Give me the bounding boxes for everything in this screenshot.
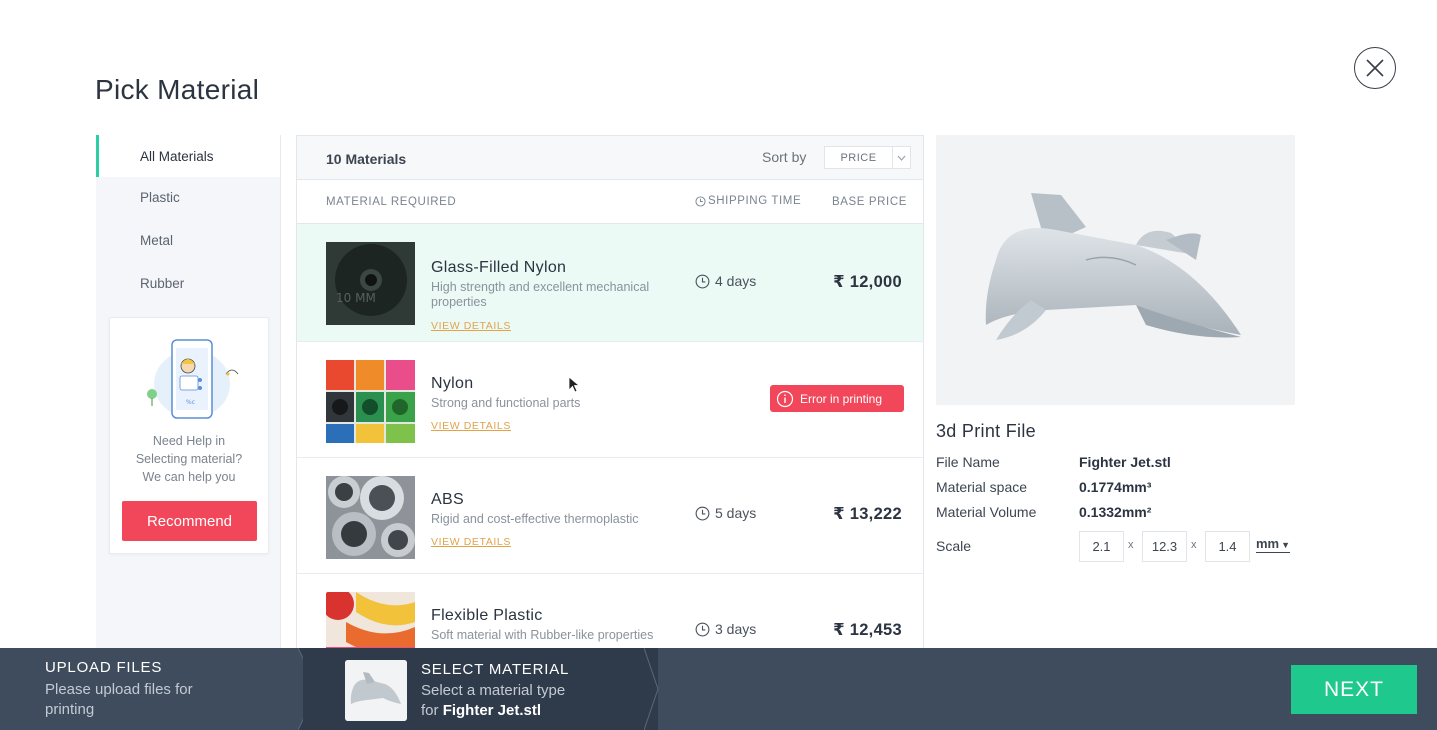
column-material: MATERIAL REQUIRED	[326, 196, 457, 208]
close-icon	[1366, 59, 1384, 77]
scale-x-input[interactable]: 2.1	[1079, 531, 1124, 562]
material-row-abs[interactable]: ABS Rigid and cost-effective thermoplast…	[297, 458, 923, 574]
material-list-panel: 10 Materials Sort by PRICE MATERIAL REQU…	[296, 135, 924, 650]
pick-material-page: Pick Material All Materials Plastic Meta…	[0, 0, 1437, 730]
material-description: Soft material with Rubber-like propertie…	[431, 628, 654, 642]
step-bar: UPLOAD FILES Please upload files for pri…	[0, 648, 1437, 730]
help-phone-illustration: %c	[147, 339, 239, 419]
material-description: High strength and excellent mechanical p…	[431, 280, 650, 309]
base-price: ₹ 12,453	[833, 621, 902, 639]
step-subtitle: Please upload files for printing	[45, 681, 193, 718]
material-name: ABS	[431, 491, 464, 508]
material-thumbnail	[326, 592, 415, 649]
material-count: 10 Materials	[326, 151, 407, 167]
sidebar-item-rubber[interactable]: Rubber	[96, 264, 280, 302]
view-details-link[interactable]: VIEW DETAILS	[431, 536, 511, 548]
file-section-title: 3d Print File	[936, 421, 1036, 441]
material-description: Rigid and cost-effective thermoplastic	[431, 512, 639, 526]
model-preview[interactable]	[936, 135, 1295, 405]
clock-icon	[695, 506, 710, 520]
step-divider-chevron	[644, 648, 659, 730]
material-space-value: 0.1774mm³	[1079, 479, 1152, 495]
step-file-name: Fighter Jet.stl	[442, 702, 542, 719]
step-title: UPLOAD FILES	[45, 659, 163, 676]
help-text: Need Help in Selecting material? We can …	[135, 434, 243, 484]
mouse-cursor-icon	[568, 376, 580, 393]
file-name-value: Fighter Jet.stl	[1079, 454, 1171, 470]
clock-icon	[695, 274, 710, 288]
scale-z-input[interactable]: 1.4	[1205, 531, 1250, 562]
recommend-button[interactable]: Recommend	[122, 501, 257, 541]
material-row-nylon[interactable]: Nylon Strong and functional parts VIEW D…	[297, 342, 923, 458]
sidebar-item-all-materials[interactable]: All Materials	[96, 135, 280, 177]
sort-label: Sort by	[762, 149, 807, 165]
step-subtitle: Select a material type for Fighter Jet.s…	[421, 682, 566, 719]
fighter-jet-model	[985, 193, 1241, 340]
shipping-time: 5 days	[695, 505, 756, 521]
material-volume-value: 0.1332mm²	[1079, 504, 1152, 520]
clock-icon	[695, 195, 706, 207]
chevron-down-icon	[892, 147, 910, 168]
material-thumbnail	[326, 476, 415, 559]
shipping-time: 4 days	[695, 273, 756, 289]
scale-separator: x	[1128, 539, 1134, 551]
sort-value: PRICE	[840, 151, 877, 164]
material-thumbnail: 10 MM	[326, 242, 415, 325]
scale-label: Scale	[936, 538, 972, 554]
list-header: 10 Materials Sort by PRICE	[297, 136, 923, 180]
scale-y-input[interactable]: 12.3	[1142, 531, 1187, 562]
svg-text:%c: %c	[186, 399, 195, 406]
material-description: Strong and functional parts	[431, 396, 581, 410]
sidebar-item-plastic[interactable]: Plastic	[96, 177, 280, 217]
sort-select[interactable]: PRICE	[824, 146, 911, 169]
material-row-glass-filled-nylon[interactable]: 10 MM Glass-Filled Nylon High strength a…	[297, 224, 923, 342]
file-thumbnail	[345, 660, 407, 721]
material-name: Nylon	[431, 375, 474, 392]
scale-separator: x	[1191, 539, 1197, 551]
material-name: Glass-Filled Nylon	[431, 259, 567, 276]
material-row-flexible-plastic[interactable]: Flexible Plastic Soft material with Rubb…	[297, 574, 923, 649]
column-shipping: SHIPPING TIME	[695, 195, 801, 207]
view-details-link[interactable]: VIEW DETAILS	[431, 420, 511, 432]
next-button[interactable]: NEXT	[1291, 665, 1417, 714]
error-badge: Error in printing	[770, 385, 904, 412]
material-category-sidebar: All Materials Plastic Metal Rubber %c Ne…	[96, 135, 281, 650]
svg-text:10 MM: 10 MM	[336, 291, 376, 305]
sidebar-item-metal[interactable]: Metal	[96, 217, 280, 264]
sidebar-item-label: Metal	[140, 233, 174, 248]
column-headers: MATERIAL REQUIRED SHIPPING TIME BASE PRI…	[297, 180, 923, 224]
step-select-material[interactable]: SELECT MATERIAL Select a material type f…	[303, 648, 658, 730]
material-space-label: Material space	[936, 479, 1028, 495]
close-button[interactable]	[1354, 47, 1396, 89]
column-price: BASE PRICE	[832, 196, 908, 208]
info-icon	[776, 390, 794, 407]
help-card: %c Need Help in Selecting material? We c…	[109, 317, 269, 554]
shipping-time: 3 days	[695, 621, 756, 637]
sidebar-item-label: All Materials	[140, 148, 214, 164]
sidebar-item-label: Rubber	[140, 275, 185, 291]
clock-icon	[695, 622, 710, 636]
base-price: ₹ 13,222	[833, 505, 902, 523]
sidebar-item-label: Plastic	[140, 189, 180, 205]
base-price: ₹ 12,000	[833, 273, 902, 291]
material-name: Flexible Plastic	[431, 607, 543, 624]
file-name-label: File Name	[936, 454, 1000, 470]
step-title: SELECT MATERIAL	[421, 661, 570, 678]
page-title: Pick Material	[95, 74, 260, 105]
unit-select[interactable]: mm ▼	[1256, 537, 1291, 553]
step-upload-files[interactable]: UPLOAD FILES Please upload files for pri…	[0, 648, 318, 730]
view-details-link[interactable]: VIEW DETAILS	[431, 320, 511, 332]
caret-down-icon: ▼	[1281, 540, 1291, 550]
material-volume-label: Material Volume	[936, 504, 1037, 520]
material-thumbnail	[326, 360, 415, 443]
